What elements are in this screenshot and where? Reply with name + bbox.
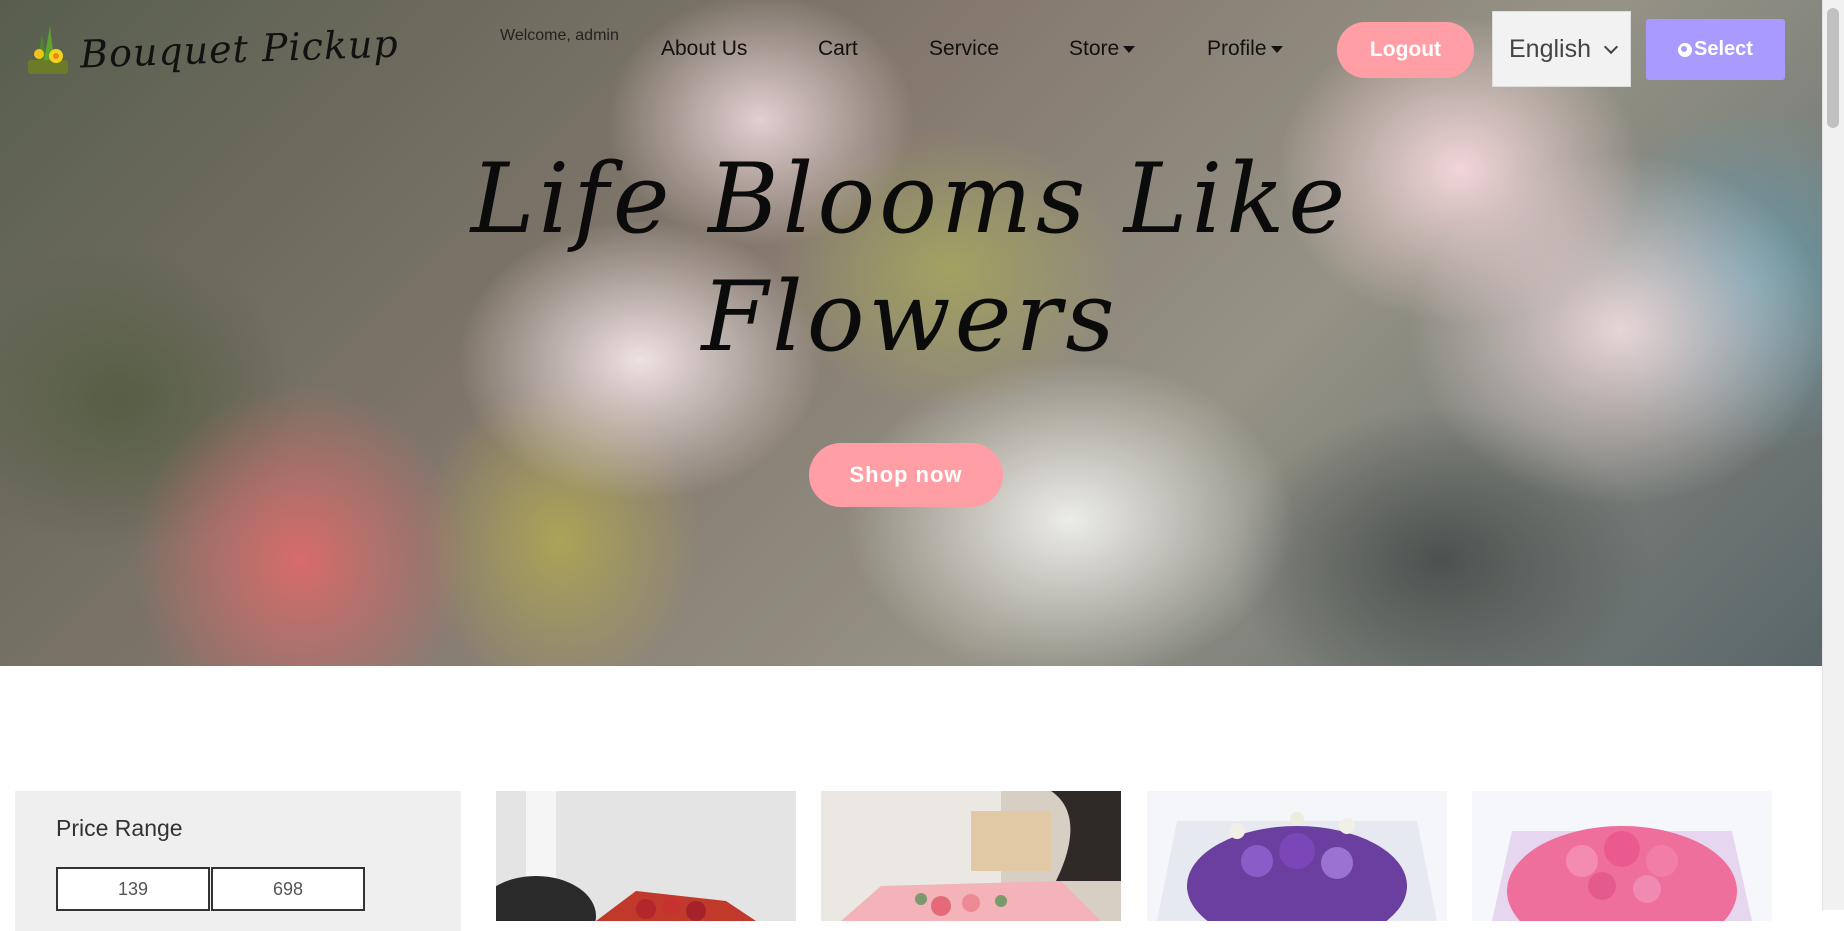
shop-now-button[interactable]: Shop now [809,443,1003,507]
nav-service[interactable]: Service [929,37,999,61]
product-card-red-roses[interactable] [496,791,796,921]
price-filter-panel: Price Range 139 698 [15,791,461,931]
price-range-title: Price Range [56,815,183,841]
product-card-purple-lisianthus[interactable] [1147,791,1447,921]
product-card-pink-roses[interactable] [821,791,1121,921]
logout-button[interactable]: Logout [1337,22,1474,78]
scrollbar-thumb[interactable] [1827,8,1839,128]
price-min-input[interactable]: 139 [56,867,210,911]
globe-icon [1678,42,1693,57]
caret-down-icon [1270,45,1283,53]
nav-store-label: Store [1069,37,1120,60]
select-button-label: Select [1694,38,1753,60]
nav-cart[interactable]: Cart [818,37,858,61]
page-scrollbar[interactable] [1822,0,1844,910]
nav-profile-label: Profile [1207,37,1267,60]
product-image [821,791,1121,921]
flower-pot-icon [28,26,68,74]
language-select-button[interactable]: Select [1646,19,1785,80]
product-image [1472,791,1772,921]
hero-banner: Bouquet Pickup Welcome, admin About Us C… [0,0,1822,666]
hero-title: Life Blooms Like Flowers [470,143,1350,373]
nav-about-us[interactable]: About Us [661,37,747,61]
product-image [496,791,796,921]
caret-down-icon [1123,45,1136,53]
nav-store-dropdown[interactable]: Store [1069,37,1136,61]
price-max-input[interactable]: 698 [211,867,365,911]
product-image [1147,791,1447,921]
chevron-down-icon [1603,39,1619,55]
language-select-value: English [1509,34,1591,63]
product-card-pink-carnations[interactable] [1472,791,1772,921]
language-select[interactable]: English [1492,11,1631,87]
brand-logo[interactable]: Bouquet Pickup [24,20,399,78]
nav-profile-dropdown[interactable]: Profile [1207,37,1283,61]
welcome-text: Welcome, admin [500,27,619,44]
brand-name: Bouquet Pickup [79,21,400,77]
